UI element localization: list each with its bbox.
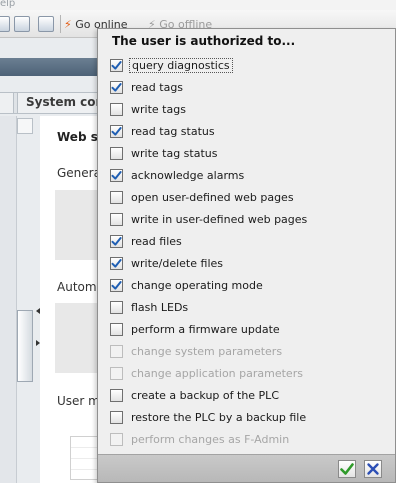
vertical-scrollbar[interactable] <box>16 116 34 483</box>
cancel-button[interactable] <box>364 460 382 478</box>
permission-checkbox[interactable] <box>110 234 123 248</box>
permission-row[interactable]: create a backup of the PLC <box>110 384 390 406</box>
permission-row[interactable]: write tag status <box>110 142 390 164</box>
permission-label: read tags <box>131 80 184 94</box>
user-management-label: User m <box>57 394 100 408</box>
permission-row[interactable]: flash LEDs <box>110 296 390 318</box>
permission-label: write in user-defined web pages <box>131 212 308 226</box>
checkmark-icon <box>111 82 122 92</box>
permission-row[interactable]: acknowledge alarms <box>110 164 390 186</box>
permission-row: change application parameters <box>110 362 390 384</box>
permission-label: restore the PLC by a backup file <box>131 410 307 424</box>
permission-checkbox <box>110 432 123 446</box>
scroll-thumb[interactable] <box>17 310 33 382</box>
permission-label: flash LEDs <box>131 300 189 314</box>
permission-row[interactable]: read tags <box>110 76 390 98</box>
permission-checkbox[interactable] <box>110 190 123 204</box>
scroll-up-arrow[interactable] <box>17 118 33 134</box>
permission-label: create a backup of the PLC <box>131 388 279 402</box>
permission-checkbox[interactable] <box>110 322 123 336</box>
permission-checkbox[interactable] <box>110 102 123 116</box>
permission-checkbox[interactable] <box>110 168 123 182</box>
permission-label: perform changes as F-Admin <box>131 432 290 446</box>
permission-checkbox[interactable] <box>110 124 123 138</box>
monitor-icon[interactable] <box>14 16 30 32</box>
permission-checkbox[interactable] <box>110 410 123 424</box>
permission-checkbox <box>110 366 123 380</box>
permission-label: acknowledge alarms <box>131 168 245 182</box>
permission-row: change system parameters <box>110 340 390 362</box>
permission-row[interactable]: read files <box>110 230 390 252</box>
permission-checkbox[interactable] <box>110 388 123 402</box>
permission-row[interactable]: query diagnostics <box>110 54 390 76</box>
permission-row[interactable]: write/delete files <box>110 252 390 274</box>
green-checkmark-icon <box>340 463 354 475</box>
permission-row[interactable]: write in user-defined web pages <box>110 208 390 230</box>
permission-label: query diagnostics <box>129 57 233 73</box>
checkmark-icon <box>111 236 122 246</box>
permission-label: read tag status <box>131 124 215 138</box>
automatic-label: Autom <box>57 280 97 294</box>
checkmark-icon <box>111 60 122 70</box>
permission-row[interactable]: write tags <box>110 98 390 120</box>
permission-checkbox[interactable] <box>110 146 123 160</box>
authorization-popup: The user is authorized to... query diagn… <box>97 28 396 483</box>
permission-row[interactable]: perform a firmware update <box>110 318 390 340</box>
checkmark-icon <box>111 126 122 136</box>
permission-label: read files <box>131 234 182 248</box>
permission-row: perform changes as F-Admin <box>110 428 390 450</box>
permission-label: write tag status <box>131 146 218 160</box>
menu-item-help[interactable]: elp <box>0 0 15 9</box>
permission-checkbox[interactable] <box>110 256 123 270</box>
permission-checkbox[interactable] <box>110 80 123 94</box>
checkmark-icon <box>111 258 122 268</box>
permission-row[interactable]: change operating mode <box>110 274 390 296</box>
general-label: Genera <box>57 166 101 180</box>
checkmark-icon <box>111 280 122 290</box>
blue-x-icon <box>367 463 379 475</box>
checkmark-icon <box>111 170 122 180</box>
permission-row[interactable]: restore the PLC by a backup file <box>110 406 390 428</box>
permission-label: open user-defined web pages <box>131 190 294 204</box>
permission-checkbox[interactable] <box>110 212 123 226</box>
permission-label: write/delete files <box>131 256 223 270</box>
permission-label: write tags <box>131 102 186 116</box>
confirm-button[interactable] <box>338 460 356 478</box>
menu-bar: elp <box>0 0 396 10</box>
popup-footer <box>98 454 395 482</box>
permission-label: change application parameters <box>131 366 303 380</box>
tab-scroll-left[interactable] <box>0 93 14 113</box>
toolbar-separator <box>60 15 61 33</box>
section-title-web-server: Web s <box>57 130 98 144</box>
permission-checkbox[interactable] <box>110 278 123 292</box>
popup-title: The user is authorized to... <box>112 34 296 48</box>
toolbar-button-partial[interactable] <box>0 16 10 32</box>
permission-list: query diagnostics read tags write tags read… <box>110 54 390 450</box>
permission-checkbox <box>110 344 123 358</box>
permission-checkbox[interactable] <box>110 58 123 72</box>
permission-label: perform a firmware update <box>131 322 280 336</box>
tab-label: System con <box>26 95 105 109</box>
go-online-icon: ⚡ <box>64 18 72 31</box>
permission-label: change system parameters <box>131 344 283 358</box>
permission-row[interactable]: open user-defined web pages <box>110 186 390 208</box>
permission-row[interactable]: read tag status <box>110 120 390 142</box>
permission-checkbox[interactable] <box>110 300 123 314</box>
rt-icon[interactable] <box>38 16 54 32</box>
permission-label: change operating mode <box>131 278 263 292</box>
